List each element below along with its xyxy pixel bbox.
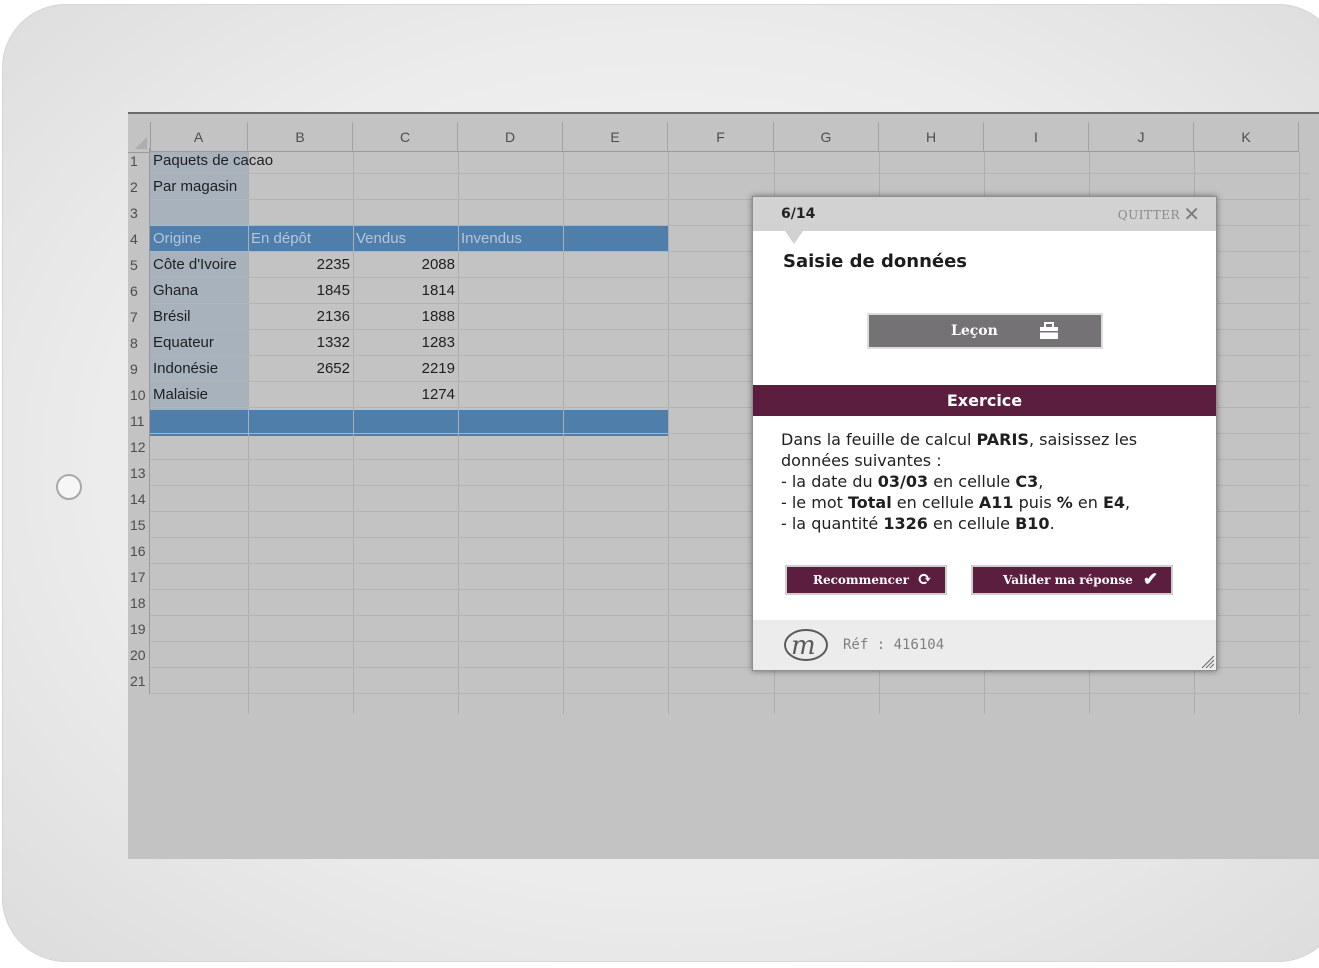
resize-grip-icon[interactable]	[1200, 654, 1214, 668]
home-button[interactable]	[56, 474, 82, 500]
row-header-10[interactable]: 10	[128, 382, 150, 408]
cell-c8[interactable]: 1283	[353, 330, 458, 356]
exercise-header: Exercice	[753, 385, 1216, 416]
row-header-8[interactable]: 8	[128, 330, 150, 356]
row-header-3[interactable]: 3	[128, 200, 150, 226]
cell-b4[interactable]: En dépôt	[248, 226, 314, 252]
row-header-2[interactable]: 2	[128, 174, 150, 200]
cell-a8[interactable]: Equateur	[150, 330, 217, 356]
row-header-21[interactable]: 21	[128, 668, 150, 694]
cell-a9[interactable]: Indonésie	[150, 356, 221, 382]
cell-a6[interactable]: Ghana	[150, 278, 201, 304]
cell-a1[interactable]: Paquets de cacao	[150, 148, 276, 174]
dialog-footer: m Réf : 416104	[753, 620, 1216, 670]
restart-button-label: Recommencer	[813, 573, 909, 587]
validate-button[interactable]: Valider ma réponse ✔	[971, 565, 1173, 595]
column-header-j[interactable]: J	[1089, 122, 1194, 152]
cell-b5[interactable]: 2235	[248, 252, 353, 278]
reference-number: Réf : 416104	[843, 637, 945, 653]
cell-b6[interactable]: 1845	[248, 278, 353, 304]
exercise-instructions: Dans la feuille de calcul PARIS, saisiss…	[781, 430, 1138, 533]
cell-b8[interactable]: 1332	[248, 330, 353, 356]
row-header-17[interactable]: 17	[128, 564, 150, 590]
step-counter: 6/14	[781, 206, 816, 222]
cell-d4[interactable]: Invendus	[458, 226, 525, 252]
quit-button[interactable]: QUITTER	[1118, 208, 1180, 222]
row-header-20[interactable]: 20	[128, 642, 150, 668]
row-header-16[interactable]: 16	[128, 538, 150, 564]
checkmark-icon: ✔	[1143, 569, 1159, 590]
close-icon[interactable]: ✕	[1183, 202, 1200, 226]
column-header-e[interactable]: E	[563, 122, 668, 152]
validate-button-label: Valider ma réponse	[1003, 573, 1133, 587]
row-header-5[interactable]: 5	[128, 252, 150, 278]
cell-c9[interactable]: 2219	[353, 356, 458, 382]
column-header-g[interactable]: G	[774, 122, 879, 152]
cell-a4[interactable]: Origine	[150, 226, 204, 252]
m-logo-icon: m	[784, 629, 828, 661]
row-header-12[interactable]: 12	[128, 434, 150, 460]
row-header-1[interactable]: 1	[128, 148, 150, 174]
row-header-13[interactable]: 13	[128, 460, 150, 486]
svg-text:m: m	[791, 631, 816, 661]
cell-a10[interactable]: Malaisie	[150, 382, 211, 408]
cell-c4[interactable]: Vendus	[353, 226, 409, 252]
dialog-title: Saisie de données	[783, 251, 968, 272]
cell-a5[interactable]: Côte d'Ivoire	[150, 252, 248, 278]
pointer-arrow	[785, 231, 803, 244]
row-header-9[interactable]: 9	[128, 356, 150, 382]
column-header-c[interactable]: C	[353, 122, 458, 152]
cell-c7[interactable]: 1888	[353, 304, 458, 330]
cell-a7[interactable]: Brésil	[150, 304, 194, 330]
cell-b9[interactable]: 2652	[248, 356, 353, 382]
row-header-19[interactable]: 19	[128, 616, 150, 642]
column-header-k[interactable]: K	[1194, 122, 1299, 152]
cell-a2[interactable]: Par magasin	[150, 174, 240, 200]
row-header-18[interactable]: 18	[128, 590, 150, 616]
briefcase-icon	[1040, 322, 1058, 339]
column-header-d[interactable]: D	[458, 122, 563, 152]
lesson-button-label: Leçon	[951, 323, 998, 339]
column-header-f[interactable]: F	[668, 122, 774, 152]
refresh-icon: ⟳	[917, 569, 933, 590]
row-header-7[interactable]: 7	[128, 304, 150, 330]
tutorial-dialog: 6/14 QUITTER ✕ Saisie de données Leçon E…	[752, 196, 1217, 671]
cell-c5[interactable]: 2088	[353, 252, 458, 278]
row-header-4[interactable]: 4	[128, 226, 150, 252]
dialog-header: 6/14 QUITTER ✕	[753, 197, 1216, 231]
cell-b10[interactable]	[248, 382, 353, 408]
column-header-i[interactable]: I	[984, 122, 1089, 152]
row-header-14[interactable]: 14	[128, 486, 150, 512]
cell-c10[interactable]: 1274	[353, 382, 458, 408]
row-header-15[interactable]: 15	[128, 512, 150, 538]
row-header-6[interactable]: 6	[128, 278, 150, 304]
cell-c6[interactable]: 1814	[353, 278, 458, 304]
row-header-11[interactable]: 11	[128, 408, 150, 434]
restart-button[interactable]: Recommencer ⟳	[785, 565, 947, 595]
column-header-h[interactable]: H	[879, 122, 984, 152]
cell-b7[interactable]: 2136	[248, 304, 353, 330]
lesson-button[interactable]: Leçon	[867, 313, 1103, 349]
